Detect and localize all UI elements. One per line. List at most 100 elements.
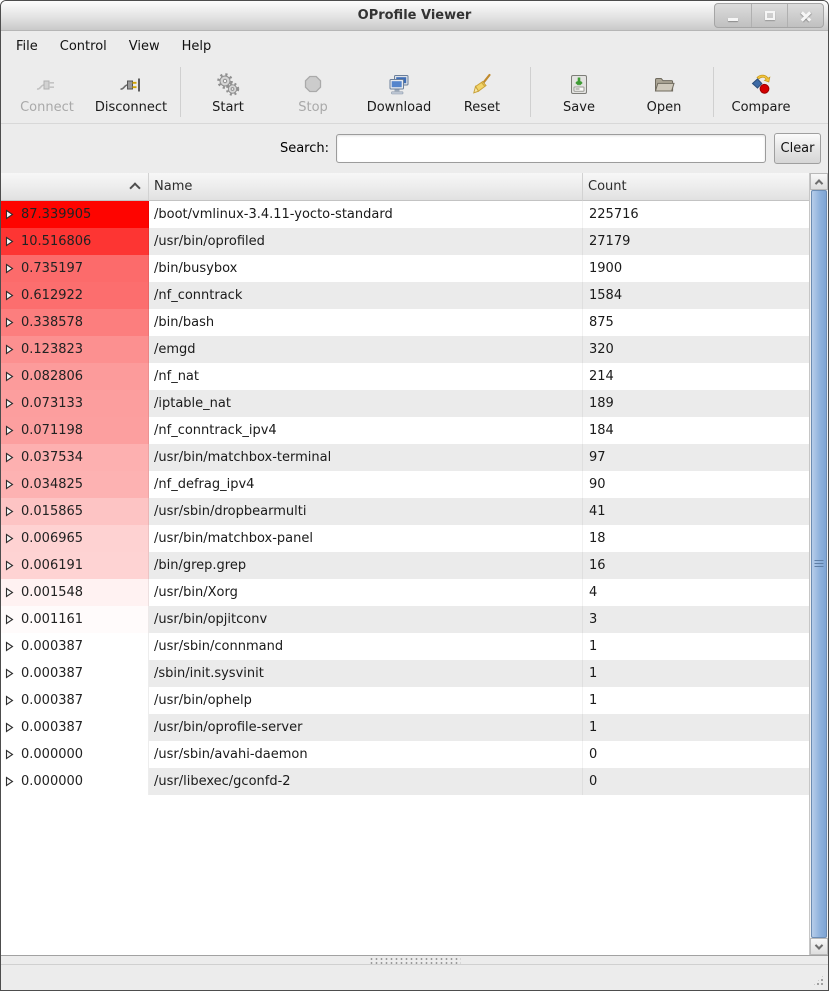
name-cell: /usr/bin/Xorg bbox=[149, 579, 583, 606]
resize-grip-icon[interactable] bbox=[812, 974, 825, 987]
expander-icon[interactable] bbox=[5, 452, 14, 463]
table-row[interactable]: 0.006965 /usr/bin/matchbox-panel 18 bbox=[1, 525, 811, 552]
menu-control[interactable]: Control bbox=[49, 34, 118, 59]
expander-icon[interactable] bbox=[5, 317, 14, 328]
table-row[interactable]: 0.000387 /sbin/init.sysvinit 1 bbox=[1, 660, 811, 687]
table-row[interactable]: 0.735197 /bin/busybox 1900 bbox=[1, 255, 811, 282]
table-row[interactable]: 0.000387 /usr/bin/oprofile-server 1 bbox=[1, 714, 811, 741]
percent-value: 0.001161 bbox=[21, 612, 83, 627]
expander-icon[interactable] bbox=[5, 722, 14, 733]
expander-icon[interactable] bbox=[5, 236, 14, 247]
table-row[interactable]: 0.000000 /usr/libexec/gconfd-2 0 bbox=[1, 768, 811, 795]
open-button[interactable]: Open bbox=[617, 61, 711, 123]
scroll-up-button[interactable] bbox=[810, 173, 828, 190]
close-button[interactable] bbox=[787, 4, 823, 27]
percent-cell: 0.037534 bbox=[1, 444, 149, 471]
download-button[interactable]: Download bbox=[354, 61, 444, 123]
percent-cell: 0.338578 bbox=[1, 309, 149, 336]
expander-icon[interactable] bbox=[5, 614, 14, 625]
vertical-scrollbar[interactable] bbox=[809, 173, 828, 955]
expander-icon[interactable] bbox=[5, 263, 14, 274]
table-row[interactable]: 0.123823 /emgd 320 bbox=[1, 336, 811, 363]
expander-icon[interactable] bbox=[5, 776, 14, 787]
expander-icon[interactable] bbox=[5, 344, 14, 355]
table-row[interactable]: 10.516806 /usr/bin/oprofiled 27179 bbox=[1, 228, 811, 255]
pane-splitter[interactable] bbox=[1, 955, 828, 965]
table-row[interactable]: 0.015865 /usr/sbin/dropbearmulti 41 bbox=[1, 498, 811, 525]
compare-button[interactable]: Compare bbox=[716, 61, 806, 123]
expander-icon[interactable] bbox=[5, 533, 14, 544]
table-row[interactable]: 0.001548 /usr/bin/Xorg 4 bbox=[1, 579, 811, 606]
table-row[interactable]: 0.034825 /nf_defrag_ipv4 90 bbox=[1, 471, 811, 498]
menubar: File Control View Help bbox=[1, 31, 828, 61]
table-row[interactable]: 0.073133 /iptable_nat 189 bbox=[1, 390, 811, 417]
name-cell: /boot/vmlinux-3.4.11-yocto-standard bbox=[149, 201, 583, 228]
expander-icon[interactable] bbox=[5, 641, 14, 652]
expander-icon[interactable] bbox=[5, 560, 14, 571]
count-cell: 225716 bbox=[583, 201, 811, 228]
table-row[interactable]: 0.000387 /usr/bin/ophelp 1 bbox=[1, 687, 811, 714]
disconnect-button[interactable]: Disconnect bbox=[85, 61, 177, 123]
percent-cell: 0.612922 bbox=[1, 282, 149, 309]
stop-label: Stop bbox=[298, 100, 328, 115]
table-row[interactable]: 0.037534 /usr/bin/matchbox-terminal 97 bbox=[1, 444, 811, 471]
table-row[interactable]: 0.082806 /nf_nat 214 bbox=[1, 363, 811, 390]
reset-button[interactable]: Reset bbox=[444, 61, 520, 123]
table-row[interactable]: 0.000000 /usr/sbin/avahi-daemon 0 bbox=[1, 741, 811, 768]
scroll-down-button[interactable] bbox=[810, 938, 828, 955]
menu-help[interactable]: Help bbox=[171, 34, 223, 59]
start-label: Start bbox=[212, 100, 244, 115]
start-button[interactable]: Start bbox=[184, 61, 272, 123]
menu-file[interactable]: File bbox=[5, 34, 49, 59]
table-row[interactable]: 0.338578 /bin/bash 875 bbox=[1, 309, 811, 336]
expander-icon[interactable] bbox=[5, 668, 14, 679]
scrollbar-thumb[interactable] bbox=[811, 190, 827, 938]
expander-icon[interactable] bbox=[5, 587, 14, 598]
name-cell: /usr/bin/opjitconv bbox=[149, 606, 583, 633]
window-controls bbox=[714, 3, 824, 28]
name-cell: /nf_conntrack bbox=[149, 282, 583, 309]
search-input[interactable] bbox=[336, 134, 766, 163]
percent-value: 0.037534 bbox=[21, 450, 83, 465]
expander-icon[interactable] bbox=[5, 398, 14, 409]
titlebar[interactable]: OProfile Viewer bbox=[1, 1, 828, 31]
percent-value: 0.000387 bbox=[21, 693, 83, 708]
close-icon bbox=[800, 10, 812, 22]
table-row[interactable]: 0.001161 /usr/bin/opjitconv 3 bbox=[1, 606, 811, 633]
clear-button[interactable]: Clear bbox=[774, 133, 821, 164]
column-header-percent[interactable] bbox=[1, 173, 149, 201]
percent-cell: 0.000000 bbox=[1, 741, 149, 768]
menu-view[interactable]: View bbox=[118, 34, 171, 59]
count-cell: 1 bbox=[583, 633, 811, 660]
percent-value: 0.001548 bbox=[21, 585, 83, 600]
column-header-name[interactable]: Name bbox=[149, 173, 583, 201]
count-cell: 0 bbox=[583, 741, 811, 768]
expander-icon[interactable] bbox=[5, 506, 14, 517]
table-row[interactable]: 87.339905 /boot/vmlinux-3.4.11-yocto-sta… bbox=[1, 201, 811, 228]
toolbar: Connect Disconnect Start bbox=[1, 61, 828, 124]
expander-icon[interactable] bbox=[5, 290, 14, 301]
expander-icon[interactable] bbox=[5, 479, 14, 490]
expander-icon[interactable] bbox=[5, 749, 14, 760]
count-cell: 1584 bbox=[583, 282, 811, 309]
percent-cell: 0.000387 bbox=[1, 660, 149, 687]
table-row[interactable]: 0.000387 /usr/sbin/connmand 1 bbox=[1, 633, 811, 660]
table-row[interactable]: 0.612922 /nf_conntrack 1584 bbox=[1, 282, 811, 309]
percent-value: 0.000387 bbox=[21, 666, 83, 681]
table-row[interactable]: 0.006191 /bin/grep.grep 16 bbox=[1, 552, 811, 579]
column-header-count[interactable]: Count bbox=[583, 173, 811, 201]
percent-cell: 0.071198 bbox=[1, 417, 149, 444]
maximize-button[interactable] bbox=[751, 4, 787, 27]
expander-icon[interactable] bbox=[5, 695, 14, 706]
open-label: Open bbox=[647, 100, 682, 115]
expander-icon[interactable] bbox=[5, 209, 14, 220]
table-row[interactable]: 0.071198 /nf_conntrack_ipv4 184 bbox=[1, 417, 811, 444]
expander-icon[interactable] bbox=[5, 425, 14, 436]
expander-icon[interactable] bbox=[5, 371, 14, 382]
count-cell: 27179 bbox=[583, 228, 811, 255]
percent-cell: 0.006965 bbox=[1, 525, 149, 552]
count-cell: 41 bbox=[583, 498, 811, 525]
save-button[interactable]: Save bbox=[541, 61, 617, 123]
table-body: 87.339905 /boot/vmlinux-3.4.11-yocto-sta… bbox=[1, 201, 811, 795]
minimize-button[interactable] bbox=[715, 4, 751, 27]
